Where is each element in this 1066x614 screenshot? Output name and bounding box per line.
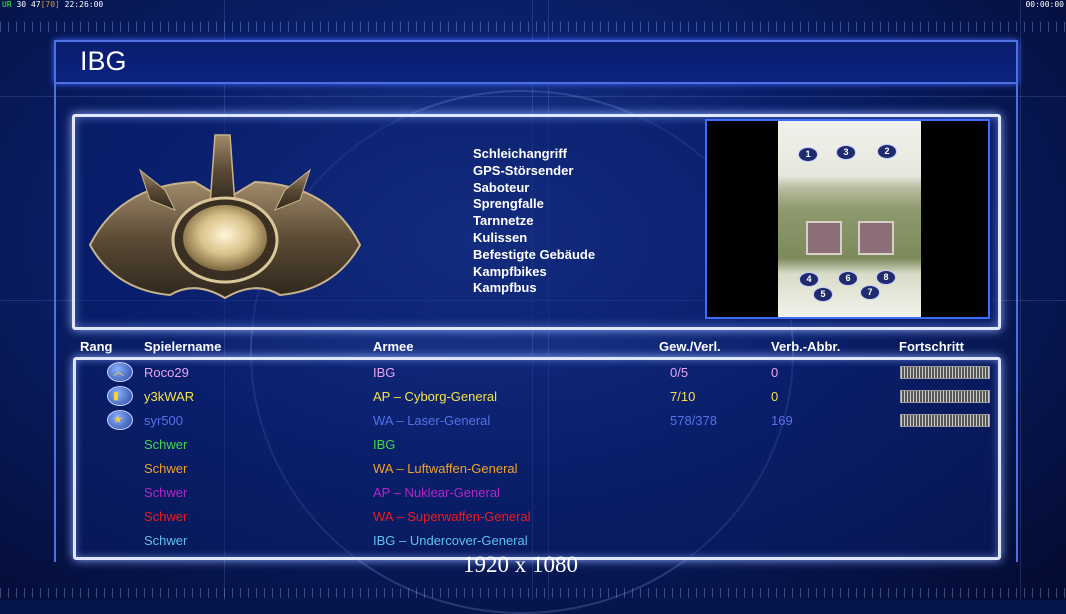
bar-rank-icon: ▮ <box>107 386 133 406</box>
player-army: AP – Nuklear-General <box>373 485 500 500</box>
ability-item: Sprengfalle <box>473 196 544 212</box>
player-name: Schwer <box>144 533 188 548</box>
start-position-marker[interactable]: 7 <box>860 285 880 300</box>
column-player: Spielername <box>144 339 222 354</box>
player-army: IBG <box>373 365 396 380</box>
player-row[interactable]: Schwer WA – Superwaffen-General <box>0 504 1066 528</box>
player-army: IBG – Undercover-General <box>373 533 528 548</box>
ability-list: Schleichangriff GPS-Störsender Saboteur … <box>473 146 595 297</box>
player-name: syr500 <box>144 413 184 428</box>
player-name: Roco29 <box>144 365 189 380</box>
player-winloss: 578/378 <box>670 413 717 428</box>
player-name: Schwer <box>144 461 188 476</box>
column-rank: Rang <box>80 339 113 354</box>
player-row[interactable]: Schwer WA – Luftwaffen-General <box>0 456 1066 480</box>
player-progress-bar <box>900 390 990 403</box>
status-readout: UR 30 47[70] 22:26:00 <box>2 0 104 9</box>
player-progress-bar <box>900 414 990 427</box>
column-army: Armee <box>373 339 414 354</box>
player-disconnects: 0 <box>771 389 779 404</box>
player-army: WA – Superwaffen-General <box>373 509 531 524</box>
ability-item: Kampfbikes <box>473 263 547 279</box>
player-row[interactable]: ▮ y3kWAR AP – Cyborg-General 7/10 0 <box>0 384 1066 408</box>
player-army: WA – Luftwaffen-General <box>373 461 518 476</box>
start-position-marker[interactable]: 3 <box>836 145 856 160</box>
column-winloss: Gew./Verl. <box>659 339 721 354</box>
start-position-marker[interactable]: 4 <box>799 272 819 287</box>
faction-emblem-icon <box>88 134 362 300</box>
ability-item: Saboteur <box>473 179 530 195</box>
ability-item: Kampfbus <box>473 280 537 296</box>
player-name: y3kWAR <box>144 389 195 404</box>
player-army: WA – Laser-General <box>373 413 491 428</box>
player-name: Schwer <box>144 485 188 500</box>
ability-item: Tarnnetze <box>473 213 534 229</box>
start-position-marker[interactable]: 1 <box>798 147 818 162</box>
chevron-rank-icon: ︿ <box>107 362 133 382</box>
map-preview: 1 3 2 4 6 8 5 7 <box>705 119 990 319</box>
start-position-marker[interactable]: 2 <box>877 144 897 159</box>
player-name: Schwer <box>144 509 188 524</box>
player-winloss: 0/5 <box>670 365 689 380</box>
start-position-marker[interactable]: 8 <box>876 270 896 285</box>
star-rank-icon: ★ <box>107 410 133 430</box>
player-row[interactable]: ︿ Roco29 IBG 0/5 0 <box>0 360 1066 384</box>
map-building <box>858 221 894 255</box>
status-clock: 00:00:00 <box>1025 0 1064 9</box>
player-row[interactable]: Schwer AP – Nuklear-General <box>0 480 1066 504</box>
player-row[interactable]: ★ syr500 WA – Laser-General 578/378 169 <box>0 408 1066 432</box>
ability-item: Schleichangriff <box>473 146 567 161</box>
page-title: IBG <box>80 46 127 76</box>
resolution-label: 1920 x 1080 <box>463 552 578 577</box>
column-progress: Fortschritt <box>899 339 964 354</box>
ability-item: Kulissen <box>473 229 528 245</box>
player-winloss: 7/10 <box>670 389 696 404</box>
player-name: Schwer <box>144 437 188 452</box>
player-row[interactable]: Schwer IBG <box>0 432 1066 456</box>
player-army: IBG <box>373 437 396 452</box>
map-image: 1 3 2 4 6 8 5 7 <box>778 121 921 317</box>
ability-item: GPS-Störsender <box>473 162 574 178</box>
column-disconnects: Verb.-Abbr. <box>771 339 841 354</box>
player-disconnects: 169 <box>771 413 793 428</box>
start-position-marker[interactable]: 5 <box>813 287 833 302</box>
start-position-marker[interactable]: 6 <box>838 271 858 286</box>
title-bar: IBG <box>54 40 1018 84</box>
player-progress-bar <box>900 366 990 379</box>
ability-item: Befestigte Gebäude <box>473 246 596 262</box>
player-disconnects: 0 <box>771 365 779 380</box>
player-army: AP – Cyborg-General <box>373 389 498 404</box>
player-row[interactable]: Schwer IBG – Undercover-General <box>0 528 1066 552</box>
map-building <box>806 221 842 255</box>
